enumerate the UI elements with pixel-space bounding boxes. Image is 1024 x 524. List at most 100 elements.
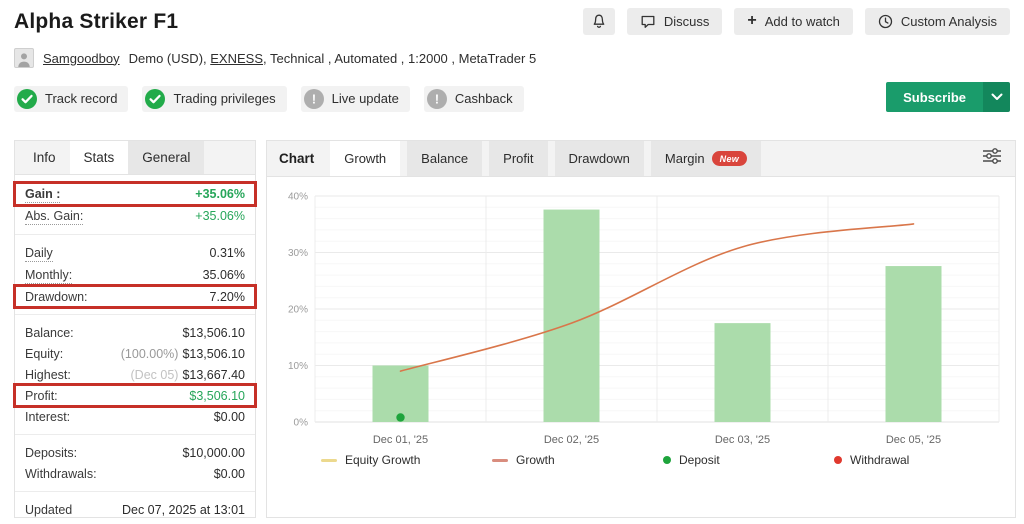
subscribe-button[interactable]: Subscribe — [886, 82, 983, 112]
stat-value-main: $13,667.40 — [182, 368, 245, 382]
badge-status-icon — [145, 89, 165, 109]
legend-item-equity-growth[interactable]: Equity Growth — [321, 453, 492, 467]
status-badge[interactable]: ! Cashback — [424, 86, 524, 112]
legend-label: Growth — [516, 453, 555, 467]
custom-analysis-label: Custom Analysis — [901, 14, 997, 29]
legend-item-withdrawal[interactable]: Withdrawal — [834, 453, 1005, 467]
legend-dot-swatch — [834, 456, 842, 464]
chart-tab-label: Balance — [421, 151, 468, 166]
badge-label: Trading privileges — [173, 91, 275, 106]
stat-group: Gain : +35.06% Abs. Gain: +35.06% — [15, 180, 255, 230]
stat-row: Gain : +35.06% — [15, 183, 255, 205]
stat-row: Tracking 0 — [15, 520, 255, 524]
stat-label: Withdrawals: — [25, 466, 97, 482]
new-badge: New — [712, 151, 747, 166]
stat-value-main: +35.06% — [195, 187, 245, 201]
legend-item-growth[interactable]: Growth — [492, 453, 663, 467]
svg-text:!: ! — [435, 92, 439, 106]
page-title: Alpha Striker F1 — [14, 10, 178, 34]
discuss-label: Discuss — [664, 14, 710, 29]
legend-label: Withdrawal — [850, 453, 909, 467]
stat-value: $13,506.10 — [182, 325, 245, 341]
add-to-watch-label: Add to watch — [765, 14, 840, 29]
stat-value: 7.20% — [210, 289, 245, 305]
stat-value-main: $13,506.10 — [182, 347, 245, 361]
stat-value: (100.00%)$13,506.10 — [121, 346, 245, 362]
chevron-down-icon — [991, 88, 1003, 106]
stat-label: Interest: — [25, 409, 70, 425]
chart-panel: Chart Growth Balance Profit Drawdown Mar… — [266, 140, 1016, 518]
discuss-button[interactable]: Discuss — [627, 8, 723, 35]
stats-body: Gain : +35.06% Abs. Gain: +35.06% Daily … — [15, 175, 255, 524]
chart-section-label: Chart — [279, 141, 330, 176]
legend-item-deposit[interactable]: Deposit — [663, 453, 834, 467]
badge-label: Cashback — [455, 91, 513, 106]
stat-row: Withdrawals: $0.00 — [15, 463, 255, 484]
page-header: Alpha Striker F1 Discuss + Add to watch — [0, 0, 1024, 35]
growth-chart-area[interactable]: 0%10%20%30%40%Dec 01, '25Dec 02, '25Dec … — [267, 177, 1015, 517]
add-to-watch-button[interactable]: + Add to watch — [734, 8, 853, 35]
stat-row: Daily 0.31% — [15, 242, 255, 264]
notifications-button[interactable] — [583, 8, 615, 35]
stat-label: Daily — [25, 245, 53, 262]
discuss-icon — [640, 14, 656, 29]
svg-text:Dec 03, '25: Dec 03, '25 — [715, 434, 770, 446]
stat-value: 35.06% — [203, 267, 245, 283]
chart-tab-balance[interactable]: Balance — [407, 141, 482, 176]
status-badge[interactable]: Trading privileges — [142, 86, 286, 112]
broker-link[interactable]: EXNESS — [210, 51, 263, 66]
stat-value-main: $0.00 — [214, 410, 245, 424]
svg-text:20%: 20% — [288, 305, 308, 316]
stat-row: Balance: $13,506.10 — [15, 322, 255, 343]
stat-value: $0.00 — [214, 466, 245, 482]
stats-tab-stats[interactable]: Stats — [70, 141, 129, 174]
chart-tab-label: Drawdown — [569, 151, 630, 166]
chart-tab-label: Margin — [665, 151, 705, 166]
stat-value: $10,000.00 — [182, 445, 245, 461]
chart-tab-margin[interactable]: Margin New — [651, 141, 761, 176]
chart-tab-profit[interactable]: Profit — [489, 141, 547, 176]
status-badge[interactable]: Track record — [14, 86, 128, 112]
stat-value-main: 0.31% — [210, 246, 245, 260]
legend-label: Deposit — [679, 453, 720, 467]
custom-analysis-button[interactable]: Custom Analysis — [865, 8, 1010, 35]
avatar — [14, 48, 34, 68]
plus-icon: + — [747, 13, 756, 29]
stat-value-main: $3,506.10 — [189, 389, 245, 403]
account-owner-link[interactable]: Samgoodboy — [43, 51, 120, 66]
stat-value-main: Dec 07, 2025 at 13:01 — [122, 503, 245, 517]
chart-tab-label: Profit — [503, 151, 533, 166]
svg-text:30%: 30% — [288, 248, 308, 259]
status-badge[interactable]: ! Live update — [301, 86, 410, 112]
stat-label: Drawdown: — [25, 289, 88, 305]
header-actions: Discuss + Add to watch Custom Analysis — [583, 8, 1010, 35]
badge-status-icon: ! — [304, 89, 324, 109]
badge-status-icon — [17, 89, 37, 109]
subscribe-split-button: Subscribe — [886, 82, 1010, 112]
stat-row: Monthly: 35.06% — [15, 264, 255, 286]
stats-tab-info[interactable]: Info — [19, 141, 70, 174]
chart-tab-growth[interactable]: Growth — [330, 141, 400, 176]
badge-status-icon: ! — [427, 89, 447, 109]
svg-text:Dec 02, '25: Dec 02, '25 — [544, 434, 599, 446]
stat-row: Abs. Gain: +35.06% — [15, 205, 255, 227]
svg-text:0%: 0% — [294, 418, 309, 429]
badges-row: Track record Trading privileges ! Live u… — [14, 85, 1010, 112]
stat-value-main: 35.06% — [203, 268, 245, 282]
stats-tab-general[interactable]: General — [128, 141, 204, 174]
account-meta-post: , Technical , Automated , 1:2000 , MetaT… — [263, 51, 536, 66]
growth-chart[interactable]: 0%10%20%30%40%Dec 01, '25Dec 02, '25Dec … — [275, 184, 1005, 452]
svg-text:10%: 10% — [288, 361, 308, 372]
stat-row: Highest: (Dec 05)$13,667.40 — [15, 364, 255, 385]
chart-settings-button[interactable] — [982, 141, 1002, 176]
chart-tab-drawdown[interactable]: Drawdown — [555, 141, 644, 176]
stat-value-main: $13,506.10 — [182, 326, 245, 340]
subscribe-caret-button[interactable] — [983, 82, 1010, 112]
svg-text:40%: 40% — [288, 192, 308, 203]
stat-label: Balance: — [25, 325, 74, 341]
stat-group: Balance: $13,506.10 Equity: (100.00%)$13… — [15, 314, 255, 430]
stat-label: Deposits: — [25, 445, 77, 461]
stat-value-main: $0.00 — [214, 467, 245, 481]
svg-text:Dec 05, '25: Dec 05, '25 — [886, 434, 941, 446]
stat-value: +35.06% — [195, 208, 245, 224]
